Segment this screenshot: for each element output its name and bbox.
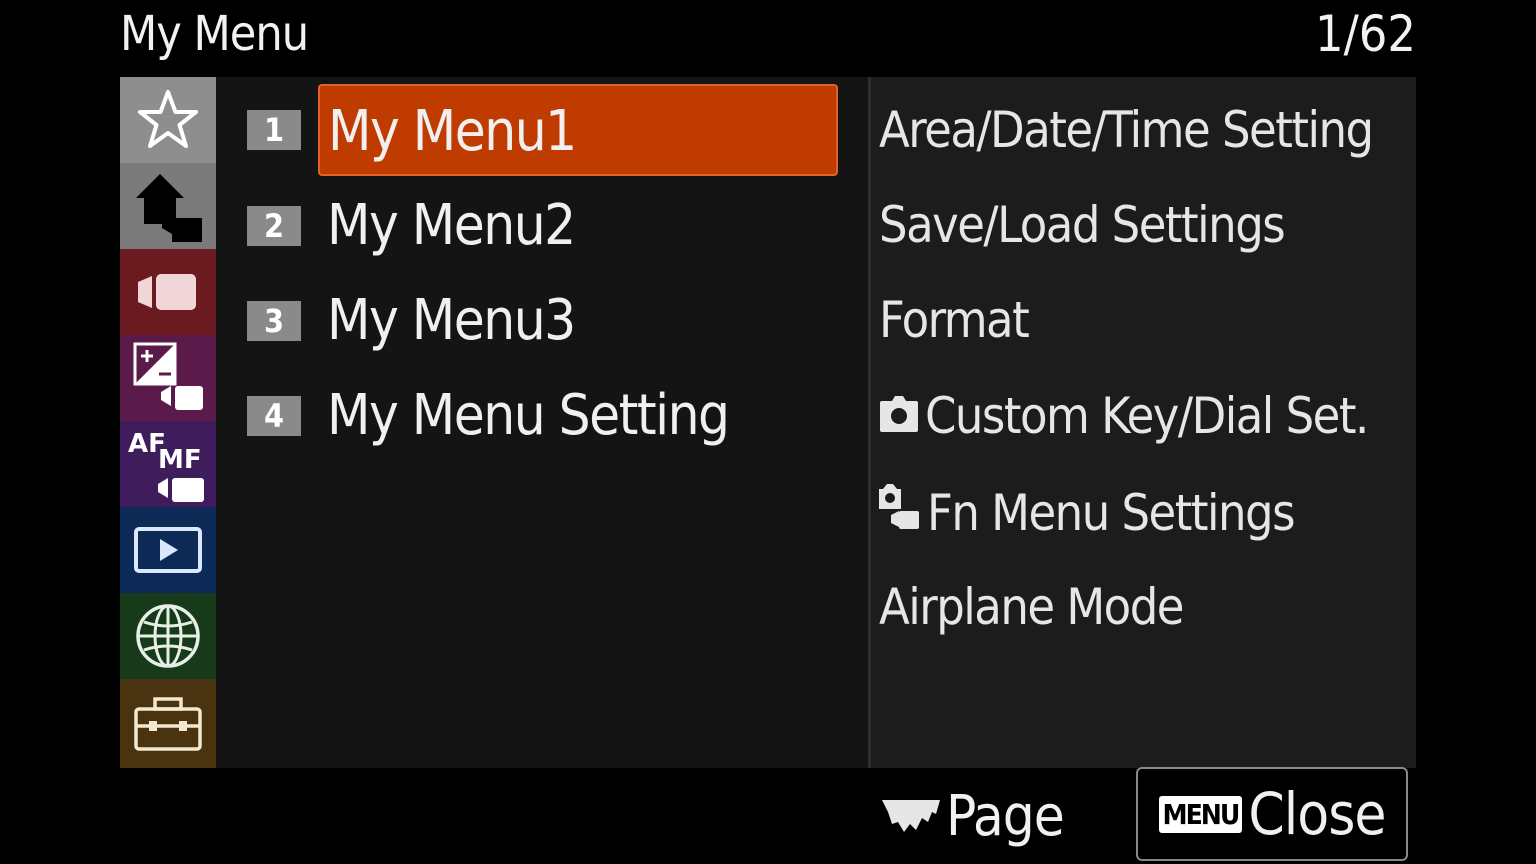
star-icon (138, 90, 198, 148)
submenu-area-date-time[interactable]: Area/Date/Time Setting (879, 100, 1374, 160)
tab-my-menu[interactable] (120, 77, 216, 163)
tab-setup[interactable] (120, 679, 216, 768)
submenu-save-load-settings[interactable]: Save/Load Settings (879, 195, 1286, 255)
globe-icon (136, 604, 200, 668)
page-counter: 1/62 (1314, 5, 1416, 63)
still-movie-icon (879, 481, 921, 544)
menu-item-my-menu2[interactable]: 2 My Menu2 (230, 178, 862, 274)
menu-item-label: My Menu Setting (327, 383, 730, 448)
submenu-label: Format (879, 291, 1030, 349)
page-label: Page (946, 783, 1065, 849)
submenu-label: Fn Menu Settings (927, 483, 1296, 542)
close-button[interactable]: MENU Close (1136, 767, 1408, 861)
movie-camera-icon (138, 274, 196, 310)
toolbox-icon (134, 696, 202, 751)
camera-icon (879, 386, 919, 446)
submenu-label: Airplane Mode (879, 578, 1184, 636)
tab-shooting[interactable] (120, 249, 216, 335)
submenu-custom-key-dial[interactable]: Custom Key/Dial Set. (879, 386, 1369, 446)
submenu-label: Save/Load Settings (879, 196, 1286, 254)
playback-icon (134, 527, 202, 573)
menu-item-label: My Menu3 (327, 288, 576, 353)
menu-item-my-menu3[interactable]: 3 My Menu3 (230, 273, 862, 369)
menu-number-badge: 1 (247, 110, 301, 150)
submenu-format[interactable]: Format (879, 290, 1030, 350)
exposure-icon (133, 342, 203, 410)
submenu-airplane-mode[interactable]: Airplane Mode (879, 577, 1184, 637)
control-wheel-icon (882, 800, 940, 832)
submenu-fn-menu-settings[interactable]: Fn Menu Settings (879, 481, 1296, 544)
af-mf-icon: AF MF (128, 429, 204, 502)
page-nav-hint[interactable]: Page (880, 776, 1065, 856)
menu-number-badge: 2 (247, 206, 301, 246)
close-label: Close (1248, 780, 1386, 848)
tab-main[interactable] (120, 163, 216, 249)
tab-exposure[interactable] (120, 335, 216, 421)
submenu-label: Area/Date/Time Setting (879, 101, 1374, 159)
tab-focus[interactable]: AF MF (120, 421, 216, 507)
mf-label: MF (158, 445, 202, 475)
menu-item-my-menu-setting[interactable]: 4 My Menu Setting (230, 368, 862, 464)
home-icon (136, 174, 202, 242)
menu-number-badge: 3 (247, 301, 301, 341)
tab-playback[interactable] (120, 507, 216, 593)
menu-key-icon: MENU (1158, 795, 1243, 833)
menu-number-badge: 4 (247, 396, 301, 436)
submenu-label: Custom Key/Dial Set. (925, 387, 1369, 445)
menu-title: My Menu (120, 6, 309, 62)
menu-item-my-menu1[interactable]: 1 My Menu1 (230, 82, 862, 178)
menu-item-label: My Menu2 (327, 193, 576, 258)
menu-item-label: My Menu1 (318, 84, 838, 176)
category-tab-bar: AF MF (120, 77, 216, 768)
tab-network[interactable] (120, 593, 216, 679)
